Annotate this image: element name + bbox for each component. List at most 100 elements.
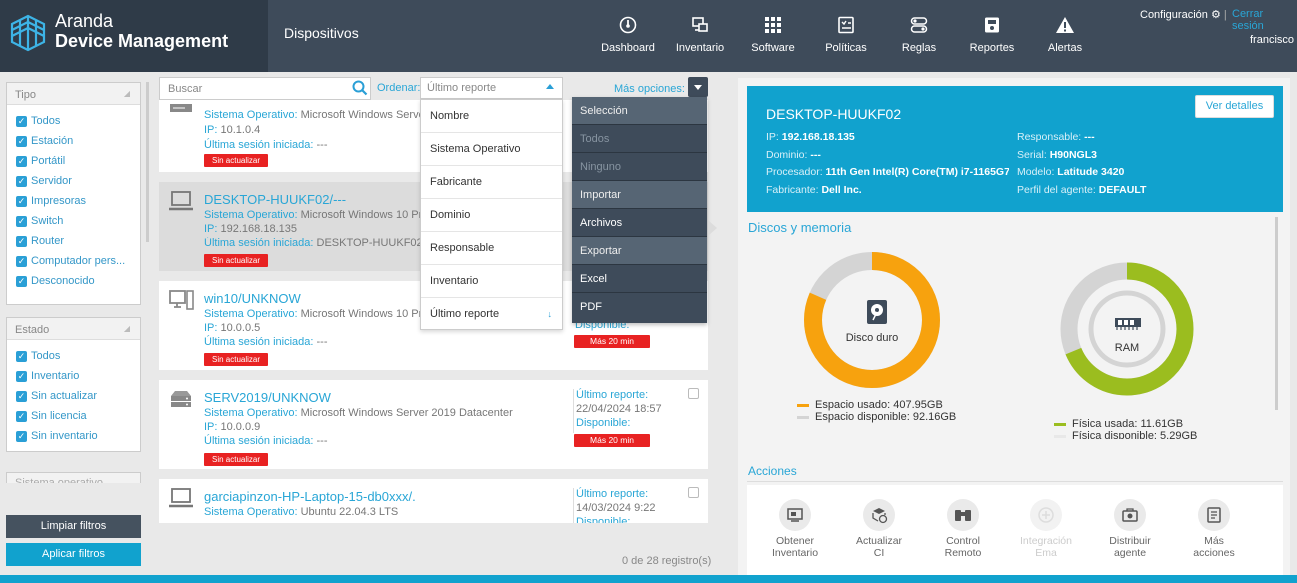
view-details-button[interactable]: Ver detalles (1195, 95, 1274, 118)
config-link[interactable]: Configuración ⚙ | (1140, 8, 1227, 21)
export-pdf-item[interactable]: PDF (572, 293, 707, 321)
checkbox-estado[interactable]: ✓ Sin licencia (7, 406, 140, 426)
order-option[interactable]: Nombre (421, 100, 562, 133)
report-icon (957, 14, 1027, 36)
aranda-logo-icon (8, 10, 48, 54)
order-option-selected[interactable]: Último reporte ↓ (421, 298, 562, 331)
device-name[interactable]: garciapinzon-HP-Laptop-15-db0xxx/. (204, 489, 416, 504)
device-card[interactable]: garciapinzon-HP-Laptop-15-db0xxx/. Siste… (159, 479, 708, 523)
sidebar-scrollbar[interactable] (146, 82, 149, 242)
update-ci-icon (863, 499, 895, 531)
ip-label: IP: (766, 131, 779, 143)
checked-icon: ✓ (16, 370, 27, 382)
action-label: Actualizar (855, 535, 903, 547)
action-remote-control[interactable]: Control Remoto (923, 499, 1003, 559)
order-option[interactable]: Dominio (421, 199, 562, 232)
serial-value: H90NGL3 (1049, 149, 1097, 161)
checkbox-tipo[interactable]: ✓ Todos (7, 111, 140, 131)
checkbox-tipo[interactable]: ✓ Portátil (7, 151, 140, 171)
device-os: Sistema Operativo: Microsoft Windows Ser… (204, 109, 438, 121)
select-checkbox[interactable] (688, 388, 699, 399)
maker-value: Dell Inc. (821, 184, 862, 196)
checkbox-tipo[interactable]: ✓ Desconocido (7, 271, 140, 291)
os-value: Microsoft Windows Server 2019 Datacenter (300, 407, 513, 419)
select-checkbox[interactable] (688, 487, 699, 498)
checkbox-estado[interactable]: ✓ Inventario (7, 366, 140, 386)
device-ip: IP: 10.0.0.5 (204, 322, 260, 334)
action-distribute-agent[interactable]: Distribuir agente (1090, 499, 1170, 559)
checkbox-estado[interactable]: ✓ Sin inventario (7, 426, 140, 446)
session-value: --- (316, 139, 328, 151)
ram-label: RAM (1114, 342, 1140, 354)
checkbox-estado[interactable]: ✓ Todos (7, 346, 140, 366)
option-label: Estación (31, 135, 74, 147)
nav-reglas[interactable]: Reglas (884, 14, 954, 54)
order-option[interactable]: Responsable (421, 232, 562, 265)
clear-filters-button[interactable]: Limpiar filtros (6, 515, 141, 538)
checkbox-tipo[interactable]: ✓ Servidor (7, 171, 140, 191)
order-dropdown: Nombre Sistema Operativo Fabricante Domi… (420, 99, 563, 330)
detail-cpu: Procesador: 11th Gen Intel(R) Core(TM) i… (766, 166, 1009, 178)
legend-swatch (797, 415, 809, 419)
os-label: Sistema Operativo: (204, 308, 298, 320)
checkbox-tipo[interactable]: ✓ Computador pers... (7, 251, 140, 271)
disk-label: Disco duro (845, 332, 899, 344)
checkbox-tipo[interactable]: ✓ Estación (7, 131, 140, 151)
option-label: Impresoras (31, 195, 87, 207)
import-header: Importar (572, 181, 707, 209)
detail-maker: Fabricante: Dell Inc. (766, 184, 1011, 196)
nav-dashboard[interactable]: Dashboard (593, 14, 663, 54)
nav-label: Dashboard (601, 42, 655, 54)
device-ip: IP: 10.1.0.4 (204, 124, 260, 136)
os-value: Ubuntu 22.04.3 LTS (300, 506, 399, 518)
legend-text: Espacio usado: 407.95GB (815, 399, 943, 411)
brand-name: Aranda (55, 11, 114, 31)
checkbox-tipo[interactable]: ✓ Switch (7, 211, 140, 231)
nav-inventario[interactable]: Inventario (665, 14, 735, 54)
filter-header[interactable]: Tipo ◢ (7, 83, 140, 105)
nav-software[interactable]: Software (738, 14, 808, 54)
session-label: Última sesión iniciada: (204, 435, 314, 447)
device-name[interactable]: win10/UNKNOW (204, 291, 301, 306)
action-get-inventory[interactable]: Obtener Inventario (755, 499, 835, 559)
logout-link[interactable]: Cerrar sesión (1232, 8, 1297, 32)
filter-title[interactable]: Sistema operativo (7, 473, 140, 483)
ip-label: IP: (204, 421, 218, 433)
search-icon[interactable] (352, 80, 368, 96)
more-options-button[interactable] (688, 77, 708, 97)
device-session: Última sesión iniciada: --- (204, 139, 328, 151)
ip-value: 192.168.18.135 (781, 131, 855, 143)
maker-label: Fabricante: (766, 184, 819, 196)
inventory-action-icon (779, 499, 811, 531)
separator: | (1223, 9, 1227, 21)
filter-header[interactable]: Estado ◢ (7, 318, 140, 340)
export-excel-item[interactable]: Excel (572, 265, 707, 293)
order-option[interactable]: Inventario (421, 265, 562, 298)
model-label: Modelo: (1017, 166, 1055, 178)
order-option[interactable]: Fabricante (421, 166, 562, 199)
checked-icon: ✓ (16, 155, 27, 167)
checkbox-tipo[interactable]: ✓ Router (7, 231, 140, 251)
checkbox-tipo[interactable]: ✓ Impresoras (7, 191, 140, 211)
more-actions-icon (1198, 499, 1230, 531)
device-name[interactable]: SERV2019/UNKNOW (204, 390, 331, 405)
status-badge: Sin actualizar (204, 353, 268, 366)
search-input[interactable]: Buscar (159, 77, 371, 100)
checkbox-estado[interactable]: ✓ Sin actualizar (7, 386, 140, 406)
apply-filters-button[interactable]: Aplicar filtros (6, 543, 141, 566)
import-files-item[interactable]: Archivos (572, 209, 707, 237)
nav-alertas[interactable]: Alertas (1030, 14, 1100, 54)
nav-politicas[interactable]: Políticas (811, 14, 881, 54)
panel-scrollbar[interactable] (1275, 217, 1278, 410)
caret-up-icon[interactable] (546, 84, 554, 89)
device-card[interactable]: SERV2019/UNKNOW Sistema Operativo: Micro… (159, 380, 708, 469)
device-ip: IP: 10.0.0.9 (204, 421, 260, 433)
nav-reportes[interactable]: Reportes (957, 14, 1027, 54)
action-more[interactable]: Más acciones (1174, 499, 1254, 559)
action-update-ci[interactable]: Actualizar CI (839, 499, 919, 559)
device-name[interactable]: DESKTOP-HUUKF02/--- (204, 192, 346, 207)
option-label: Desconocido (31, 275, 95, 287)
order-option[interactable]: Sistema Operativo (421, 133, 562, 166)
order-select[interactable]: Último reporte (420, 77, 563, 99)
option-label: Portátil (31, 155, 66, 167)
